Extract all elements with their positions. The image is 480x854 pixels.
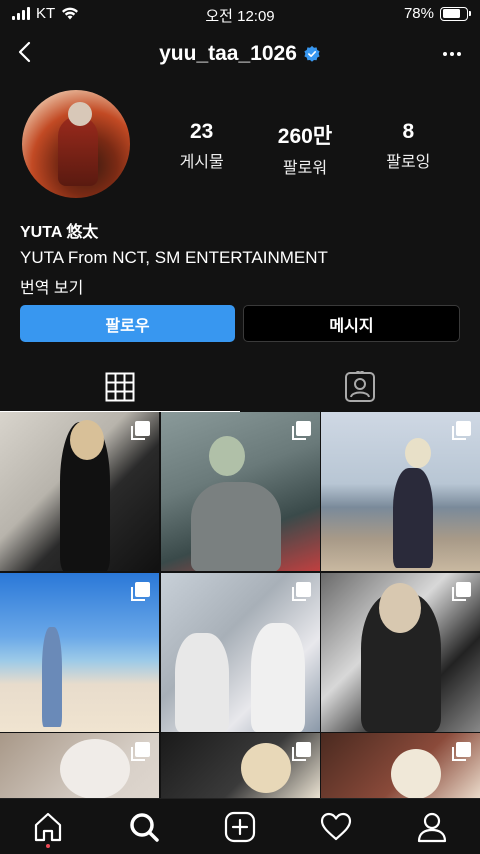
multiple-photos-icon — [452, 742, 471, 761]
post-thumbnail[interactable] — [321, 412, 480, 571]
display-name: YUTA 悠太 — [20, 224, 99, 241]
tagged-person-icon — [345, 371, 375, 402]
status-right: 78% — [403, 5, 471, 22]
nav-home[interactable] — [24, 803, 72, 851]
translate-link[interactable]: 번역 보기 — [20, 274, 460, 298]
search-icon — [130, 812, 159, 842]
followers-label: 팔로워 — [282, 160, 328, 177]
post-thumbnail[interactable] — [0, 412, 159, 571]
stat-followers[interactable]: 260만 팔로워 — [255, 120, 355, 178]
posts-grid — [0, 412, 480, 854]
multiple-photos-icon — [452, 581, 471, 601]
home-icon — [34, 812, 62, 841]
post-thumbnail[interactable] — [321, 572, 480, 732]
followers-count: 260만 — [277, 125, 333, 148]
multiple-photos-icon — [131, 421, 150, 440]
profile-header: yuu_taa_1026 — [0, 32, 480, 76]
nav-add-post[interactable] — [216, 803, 264, 851]
avatar[interactable] — [22, 90, 130, 198]
tab-posts-grid[interactable] — [0, 362, 240, 412]
profile-actions: 팔로우 메시지 — [20, 305, 460, 342]
grid-icon — [105, 372, 135, 402]
nav-profile[interactable] — [408, 803, 456, 851]
username: yuu_taa_1026 — [159, 42, 297, 65]
bio-text: YUTA From NCT, SM ENTERTAINMENT — [20, 248, 328, 267]
battery-icon — [440, 6, 471, 21]
following-count: 8 — [402, 120, 415, 143]
nav-activity[interactable] — [312, 803, 360, 851]
profile-tabs — [0, 362, 480, 412]
posts-count: 23 — [189, 120, 214, 143]
multiple-photos-icon — [291, 581, 311, 601]
stat-following[interactable]: 8 팔로잉 — [358, 120, 458, 178]
tab-tagged[interactable] — [240, 362, 480, 412]
battery-percent: 78% — [403, 5, 434, 22]
more-horizontal-icon[interactable] — [440, 42, 464, 66]
notification-dot — [46, 843, 50, 848]
verified-badge-icon — [304, 45, 320, 62]
multiple-photos-icon — [131, 742, 150, 761]
username-title: yuu_taa_1026 — [0, 42, 480, 66]
profile-stats: 23 게시물 260만 팔로워 8 팔로잉 — [150, 120, 460, 178]
nav-search[interactable] — [120, 803, 168, 851]
posts-label: 게시물 — [179, 154, 224, 171]
profile-bio: YUTA 悠太 YUTA From NCT, SM ENTERTAINMENT … — [20, 218, 460, 298]
post-thumbnail[interactable] — [160, 572, 320, 732]
multiple-photos-icon — [452, 421, 471, 440]
bottom-navigation — [0, 798, 480, 854]
follow-button[interactable]: 팔로우 — [20, 305, 235, 342]
add-post-icon — [224, 811, 256, 842]
post-thumbnail[interactable] — [0, 572, 159, 732]
status-bar: KT 오전 12:09 78% — [0, 0, 480, 28]
multiple-photos-icon — [291, 742, 311, 761]
profile-icon — [417, 812, 447, 842]
multiple-photos-icon — [131, 581, 150, 601]
stat-posts[interactable]: 23 게시물 — [152, 120, 252, 178]
multiple-photos-icon — [291, 421, 311, 440]
heart-icon — [320, 812, 352, 840]
following-label: 팔로잉 — [386, 154, 431, 171]
message-button[interactable]: 메시지 — [243, 305, 460, 342]
post-thumbnail[interactable] — [160, 412, 320, 571]
